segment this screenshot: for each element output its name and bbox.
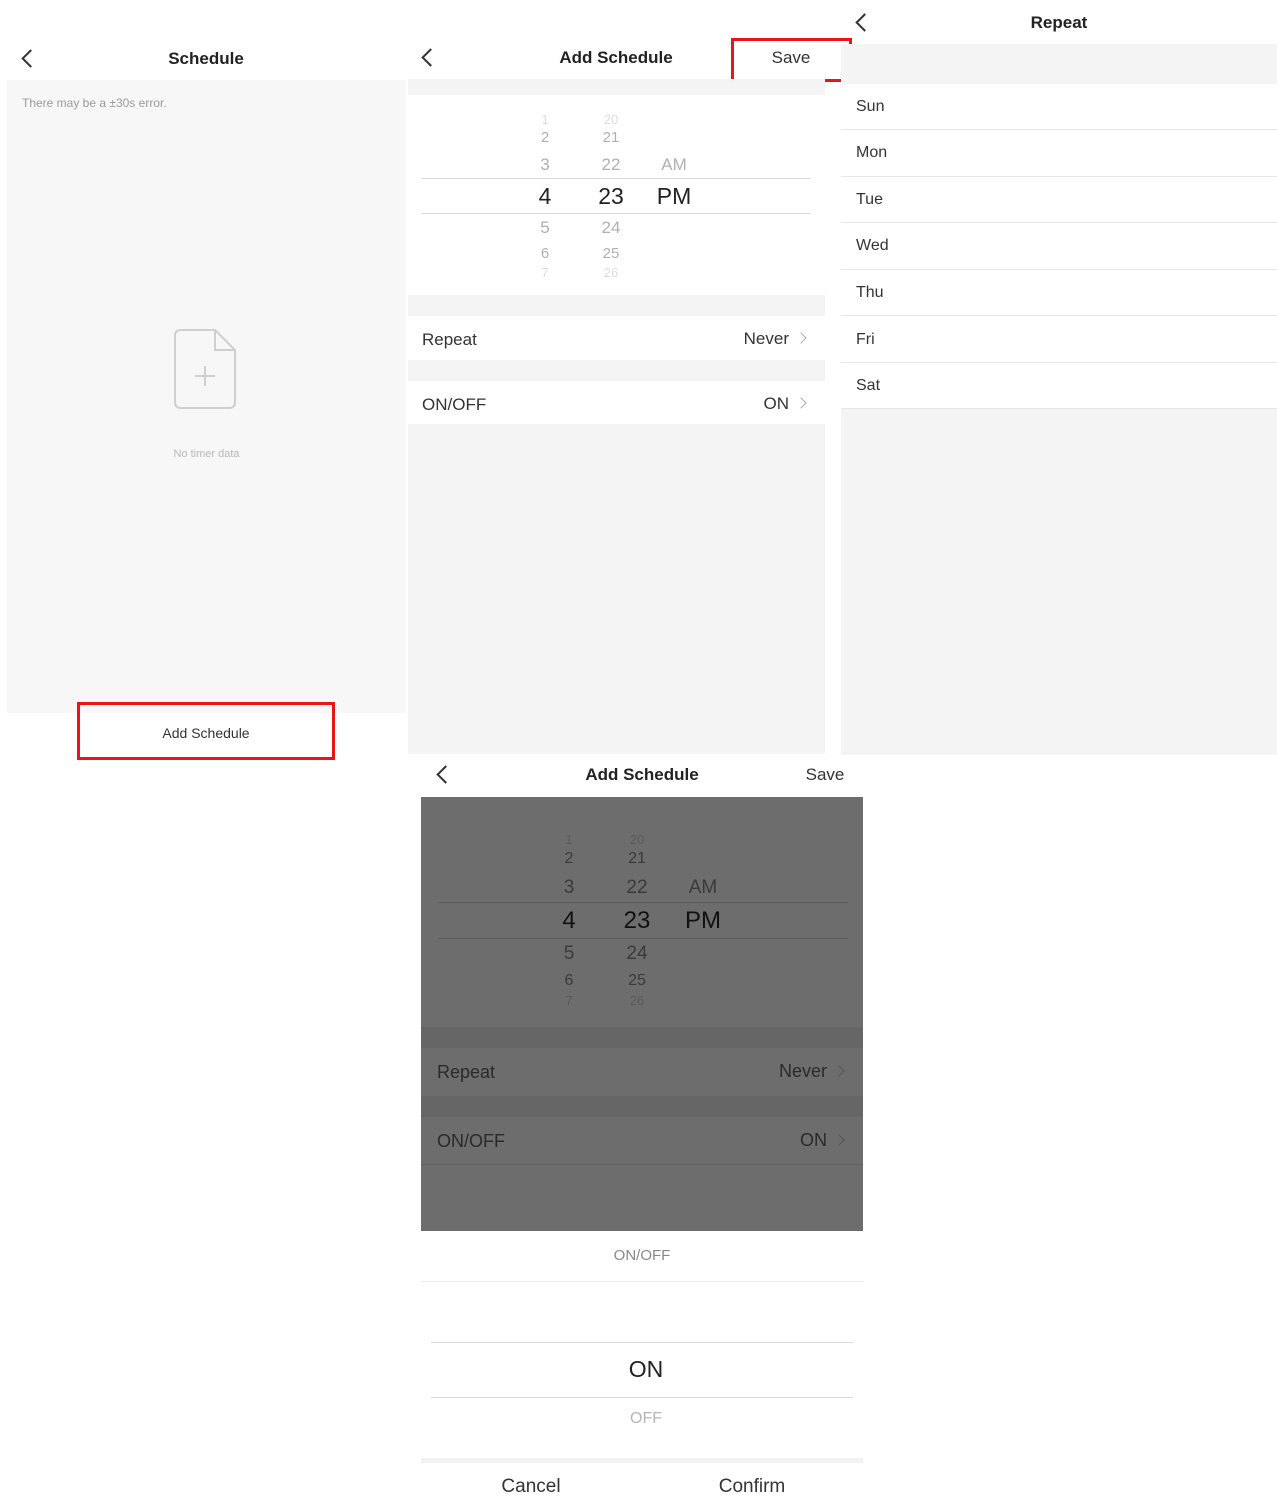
chevron-right-icon: [795, 332, 807, 344]
ampm-selected[interactable]: PM: [652, 183, 696, 210]
divider: [841, 362, 1277, 363]
hour-option: 1: [565, 832, 573, 847]
day-mon[interactable]: Mon: [856, 144, 887, 162]
day-wed[interactable]: Wed: [856, 237, 889, 255]
hour-selected: 4: [562, 907, 576, 934]
ampm-selected: PM: [685, 907, 721, 934]
empty-file-icon: [174, 329, 236, 409]
hour-selected[interactable]: 4: [530, 183, 560, 210]
hour-option: 3: [563, 877, 575, 898]
hour-option[interactable]: 5: [530, 218, 560, 238]
onoff-option[interactable]: OFF: [431, 1410, 861, 1428]
onoff-value: ON: [700, 394, 807, 414]
empty-area: [408, 424, 825, 754]
divider: [421, 1164, 863, 1165]
day-sun[interactable]: Sun: [856, 98, 884, 116]
picker-line: [438, 902, 848, 903]
highlight-box: [77, 702, 335, 760]
minute-option: 25: [628, 972, 646, 989]
picker-line: [422, 178, 810, 179]
hour-option[interactable]: 2: [530, 129, 560, 146]
error-note: There may be a ±30s error.: [22, 96, 167, 110]
divider: [421, 1281, 863, 1282]
picker-line: [438, 938, 848, 939]
divider: [841, 129, 1277, 130]
ampm-option: AM: [688, 877, 718, 898]
divider: [421, 1096, 863, 1117]
save-button[interactable]: Save: [795, 765, 855, 785]
highlight-box: [731, 38, 852, 82]
day-thu[interactable]: Thu: [856, 284, 884, 302]
page-title: Schedule: [168, 49, 244, 68]
minute-option[interactable]: 21: [592, 129, 630, 146]
repeat-label: Repeat: [422, 330, 477, 349]
hour-option[interactable]: 7: [530, 265, 560, 280]
minute-option[interactable]: 20: [592, 112, 630, 127]
chevron-right-icon: [833, 1134, 845, 1146]
minute-selected[interactable]: 23: [592, 183, 630, 210]
minute-option: 24: [626, 943, 648, 964]
minute-option[interactable]: 22: [592, 155, 630, 175]
hour-option: 7: [565, 993, 573, 1008]
minute-option[interactable]: 26: [592, 265, 630, 280]
empty-area: [841, 409, 1277, 755]
hour-option: 2: [564, 850, 574, 867]
minute-option: 22: [626, 877, 648, 898]
day-fri[interactable]: Fri: [856, 331, 875, 349]
onoff-option-selected[interactable]: ON: [431, 1356, 861, 1383]
cancel-button[interactable]: Cancel: [441, 1476, 621, 1498]
divider: [841, 315, 1277, 316]
confirm-button[interactable]: Confirm: [662, 1476, 842, 1498]
hour-option: 6: [564, 972, 574, 989]
divider: [841, 269, 1277, 270]
divider: [841, 222, 1277, 223]
divider: [841, 176, 1277, 177]
onoff-label: ON/OFF: [437, 1131, 505, 1151]
repeat-value: Never: [700, 329, 807, 349]
sheet-title: ON/OFF: [613, 1247, 671, 1264]
minute-option: 20: [629, 832, 645, 847]
divider: [421, 1027, 863, 1048]
empty-state-text: No timer data: [173, 448, 240, 460]
day-sat[interactable]: Sat: [856, 377, 880, 395]
chevron-right-icon: [795, 397, 807, 409]
minute-option: 26: [629, 993, 645, 1008]
ampm-option[interactable]: AM: [652, 155, 696, 175]
divider: [408, 295, 825, 316]
hour-option[interactable]: 3: [530, 155, 560, 175]
minute-option[interactable]: 24: [592, 218, 630, 238]
onoff-value: ON: [740, 1130, 845, 1151]
picker-line: [431, 1342, 853, 1343]
repeat-label: Repeat: [437, 1062, 496, 1082]
divider: [408, 79, 825, 95]
minute-selected: 23: [623, 907, 651, 934]
minute-option: 21: [628, 850, 646, 867]
onoff-label: ON/OFF: [422, 395, 487, 414]
hour-option[interactable]: 6: [530, 245, 560, 262]
picker-line: [422, 213, 810, 214]
repeat-value: Never: [740, 1061, 845, 1082]
picker-line: [431, 1397, 853, 1398]
minute-option[interactable]: 25: [592, 245, 630, 262]
page-title: Repeat: [1030, 13, 1088, 32]
divider: [421, 1458, 863, 1463]
divider: [841, 44, 1277, 84]
chevron-right-icon: [833, 1065, 845, 1077]
hour-option[interactable]: 1: [530, 112, 560, 127]
divider: [408, 360, 825, 381]
hour-option: 5: [563, 943, 575, 964]
day-tue[interactable]: Tue: [856, 191, 883, 209]
